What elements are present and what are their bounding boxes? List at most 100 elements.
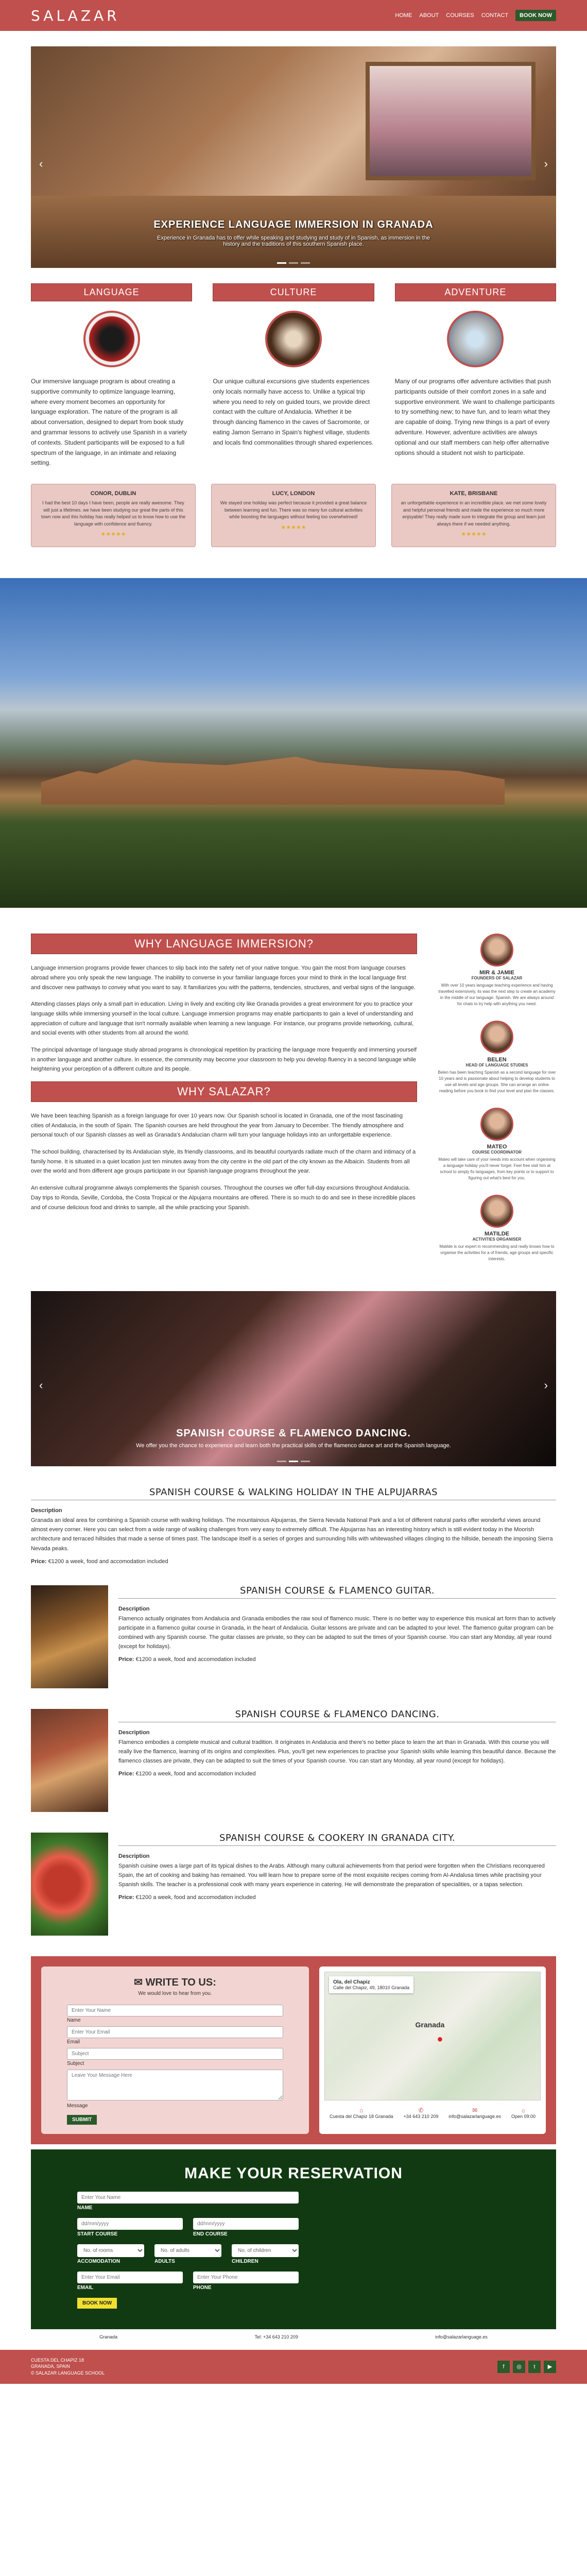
footer: CUESTA DEL CHAPIZ 18 GRANADA, SPAIN © SA…: [0, 2349, 587, 2384]
children-select[interactable]: No. of children: [232, 2244, 299, 2257]
course-description: Flamenco embodies a complete musical and…: [118, 1739, 556, 1765]
youtube-icon[interactable]: ▶: [544, 2360, 556, 2373]
staff-role: ACTIVITIES ORGANISER: [472, 1237, 522, 1242]
staff-role: COURSE COORDINATOR: [472, 1150, 522, 1155]
reserve-phone-input[interactable]: [193, 2271, 299, 2283]
why-paragraph: Attending classes plays only a small par…: [31, 1001, 414, 1037]
staff-name: MATEO: [487, 1144, 507, 1150]
email-input[interactable]: [67, 2026, 283, 2038]
brand-logo[interactable]: SALAZAR: [31, 7, 120, 24]
email-cell: EMAIL: [77, 2271, 183, 2298]
nav-book-now-button[interactable]: BOOK NOW: [515, 10, 556, 21]
mail-icon: ✉: [472, 2106, 478, 2114]
map-panel: Ola, del Chapiz Calle del Chapiz, 49, 18…: [319, 1966, 546, 2134]
course-body: SPANISH COURSE & FLAMENCO GUITAR. Descri…: [118, 1585, 556, 1688]
slider-dot[interactable]: [277, 1461, 286, 1463]
contact-title: ✉ WRITE TO US:: [67, 1976, 283, 1989]
nav-contact[interactable]: CONTACT: [481, 12, 508, 19]
course-title: SPANISH COURSE & WALKING HOLIDAY IN THE …: [31, 1487, 556, 1501]
start-date-input[interactable]: [77, 2217, 183, 2230]
footer-info-item: Granada: [99, 2334, 118, 2340]
info-text: info@salazarlanguage.es: [448, 2113, 501, 2119]
course-body: SPANISH COURSE & FLAMENCO DANCING. Descr…: [118, 1709, 556, 1812]
slider-prev-arrow-icon[interactable]: ‹: [39, 157, 43, 171]
reserve-name-input[interactable]: [77, 2191, 299, 2204]
end-date-label: END COURSE: [193, 2231, 228, 2237]
why-salazar-title: WHY SALAZAR?: [31, 1081, 417, 1103]
hero-text: Experience in Granada has to offer while…: [157, 235, 430, 247]
slider-dots: [277, 262, 310, 264]
slider-dot[interactable]: [289, 262, 298, 264]
contact-subtitle: We would love to hear from you.: [138, 1990, 212, 1996]
course-price: Price: €1200 a week, food and accomodati…: [118, 1894, 556, 1901]
feature-title: LANGUAGE: [31, 283, 193, 301]
accommodation-select[interactable]: No. of rooms: [77, 2244, 144, 2257]
subject-input[interactable]: [67, 2047, 283, 2060]
info-text: +34 643 210 209: [403, 2113, 439, 2119]
staff-avatar: [480, 1108, 513, 1141]
children-label: CHILDREN: [232, 2258, 258, 2264]
reserve-email-input[interactable]: [77, 2271, 183, 2283]
reserve-phone-label: PHONE: [193, 2284, 212, 2291]
social-links: f ◎ t ▶: [497, 2360, 556, 2373]
facebook-icon[interactable]: f: [497, 2360, 510, 2373]
name-input[interactable]: [67, 2004, 283, 2016]
adults-select[interactable]: No. of adults: [154, 2244, 221, 2257]
feature-text: Many of our programs offer adventure act…: [394, 378, 555, 456]
slider-next-arrow-icon[interactable]: ›: [544, 157, 548, 171]
embedded-map[interactable]: Ola, del Chapiz Calle del Chapiz, 49, 18…: [324, 1971, 541, 2100]
reserve-book-button[interactable]: BOOK NOW: [77, 2297, 117, 2309]
course-title: SPANISH COURSE & FLAMENCO GUITAR.: [118, 1585, 556, 1599]
info-item: ✆ +34 643 210 209: [404, 2107, 439, 2119]
nav-courses[interactable]: COURSES: [446, 12, 474, 19]
nav-home[interactable]: HOME: [395, 12, 412, 19]
slider-dot[interactable]: [301, 262, 310, 264]
accommodation-label: ACCOMODATION: [77, 2258, 120, 2264]
price-label: Price:: [118, 1656, 134, 1663]
review-text: I had the best 10 days I have been, peop…: [41, 500, 186, 527]
hero-window-image: [366, 62, 536, 180]
flamenco-title: SPANISH COURSE & FLAMENCO DANCING.: [176, 1428, 411, 1439]
submit-button[interactable]: SUBMIT: [67, 2114, 97, 2125]
twitter-icon[interactable]: t: [528, 2360, 541, 2373]
star-rating-icon: ★★★★★: [100, 531, 126, 538]
flamenco-caption: SPANISH COURSE & FLAMENCO DANCING. We of…: [31, 1428, 556, 1449]
footer-info-item: Tel: +34 643 210 209: [254, 2334, 298, 2340]
course-price: Price: €1200 a week, food and accomodati…: [118, 1771, 556, 1777]
staff-card: MATEO COURSE COORDINATOR Mateo will take…: [438, 1108, 556, 1181]
course-dancing: SPANISH COURSE & FLAMENCO DANCING. Descr…: [31, 1708, 556, 1812]
instagram-icon[interactable]: ◎: [513, 2360, 525, 2373]
feature-text: Our unique cultural excursions give stud…: [213, 378, 374, 446]
slider-prev-arrow-icon[interactable]: ‹: [39, 1379, 43, 1392]
feature-title: CULTURE: [213, 283, 374, 301]
slider-dot[interactable]: [301, 1461, 310, 1463]
adults-cell: No. of adults ADULTS: [154, 2244, 221, 2272]
mail-icon: ✉: [134, 1976, 146, 1988]
contact-row: EMAIL PHONE: [77, 2271, 510, 2298]
course-title: SPANISH COURSE & FLAMENCO DANCING.: [118, 1709, 556, 1722]
reservation-form: MAKE YOUR RESERVATION NAME START COURSE …: [31, 2149, 556, 2329]
nav-about[interactable]: ABOUT: [419, 12, 439, 19]
slider-dot[interactable]: [277, 262, 286, 264]
review-text: We stayed one holiday was perfect becaus…: [220, 500, 367, 520]
course-description: Flamenco actually originates from Andalu…: [118, 1615, 556, 1650]
reserve-name-label: NAME: [77, 2205, 93, 2211]
end-cell: END COURSE: [193, 2217, 299, 2244]
info-item: ✉ info@salazarlanguage.es: [448, 2107, 501, 2119]
contact-info: ⌂ Cuesta del Chapiz 18 Granada ✆ +34 643 2…: [324, 2107, 541, 2119]
adults-label: ADULTS: [154, 2258, 175, 2264]
guitar-image: [31, 1585, 108, 1688]
map-city-label: Granada: [415, 2020, 445, 2029]
map-place-card: Ola, del Chapiz Calle del Chapiz, 49, 18…: [329, 1976, 414, 1993]
slider-dot[interactable]: [289, 1461, 298, 1463]
slider-next-arrow-icon[interactable]: ›: [544, 1379, 548, 1392]
message-textarea[interactable]: [67, 2069, 283, 2100]
why-paragraph: Language immersion programs provide fewe…: [31, 965, 416, 991]
course-description-label: Description: [118, 1605, 150, 1612]
map-pin-icon[interactable]: ●: [437, 2033, 443, 2045]
staff-role: FOUNDERS OF SALAZAR: [471, 976, 523, 981]
reviews-section: CONOR, DUBLIN I had the best 10 days I h…: [31, 484, 556, 548]
end-date-input[interactable]: [193, 2217, 299, 2230]
info-text: Open 09:00: [511, 2113, 536, 2119]
staff-card: BELEN HEAD OF LANGUAGE STUDIES Belen has…: [438, 1021, 556, 1094]
